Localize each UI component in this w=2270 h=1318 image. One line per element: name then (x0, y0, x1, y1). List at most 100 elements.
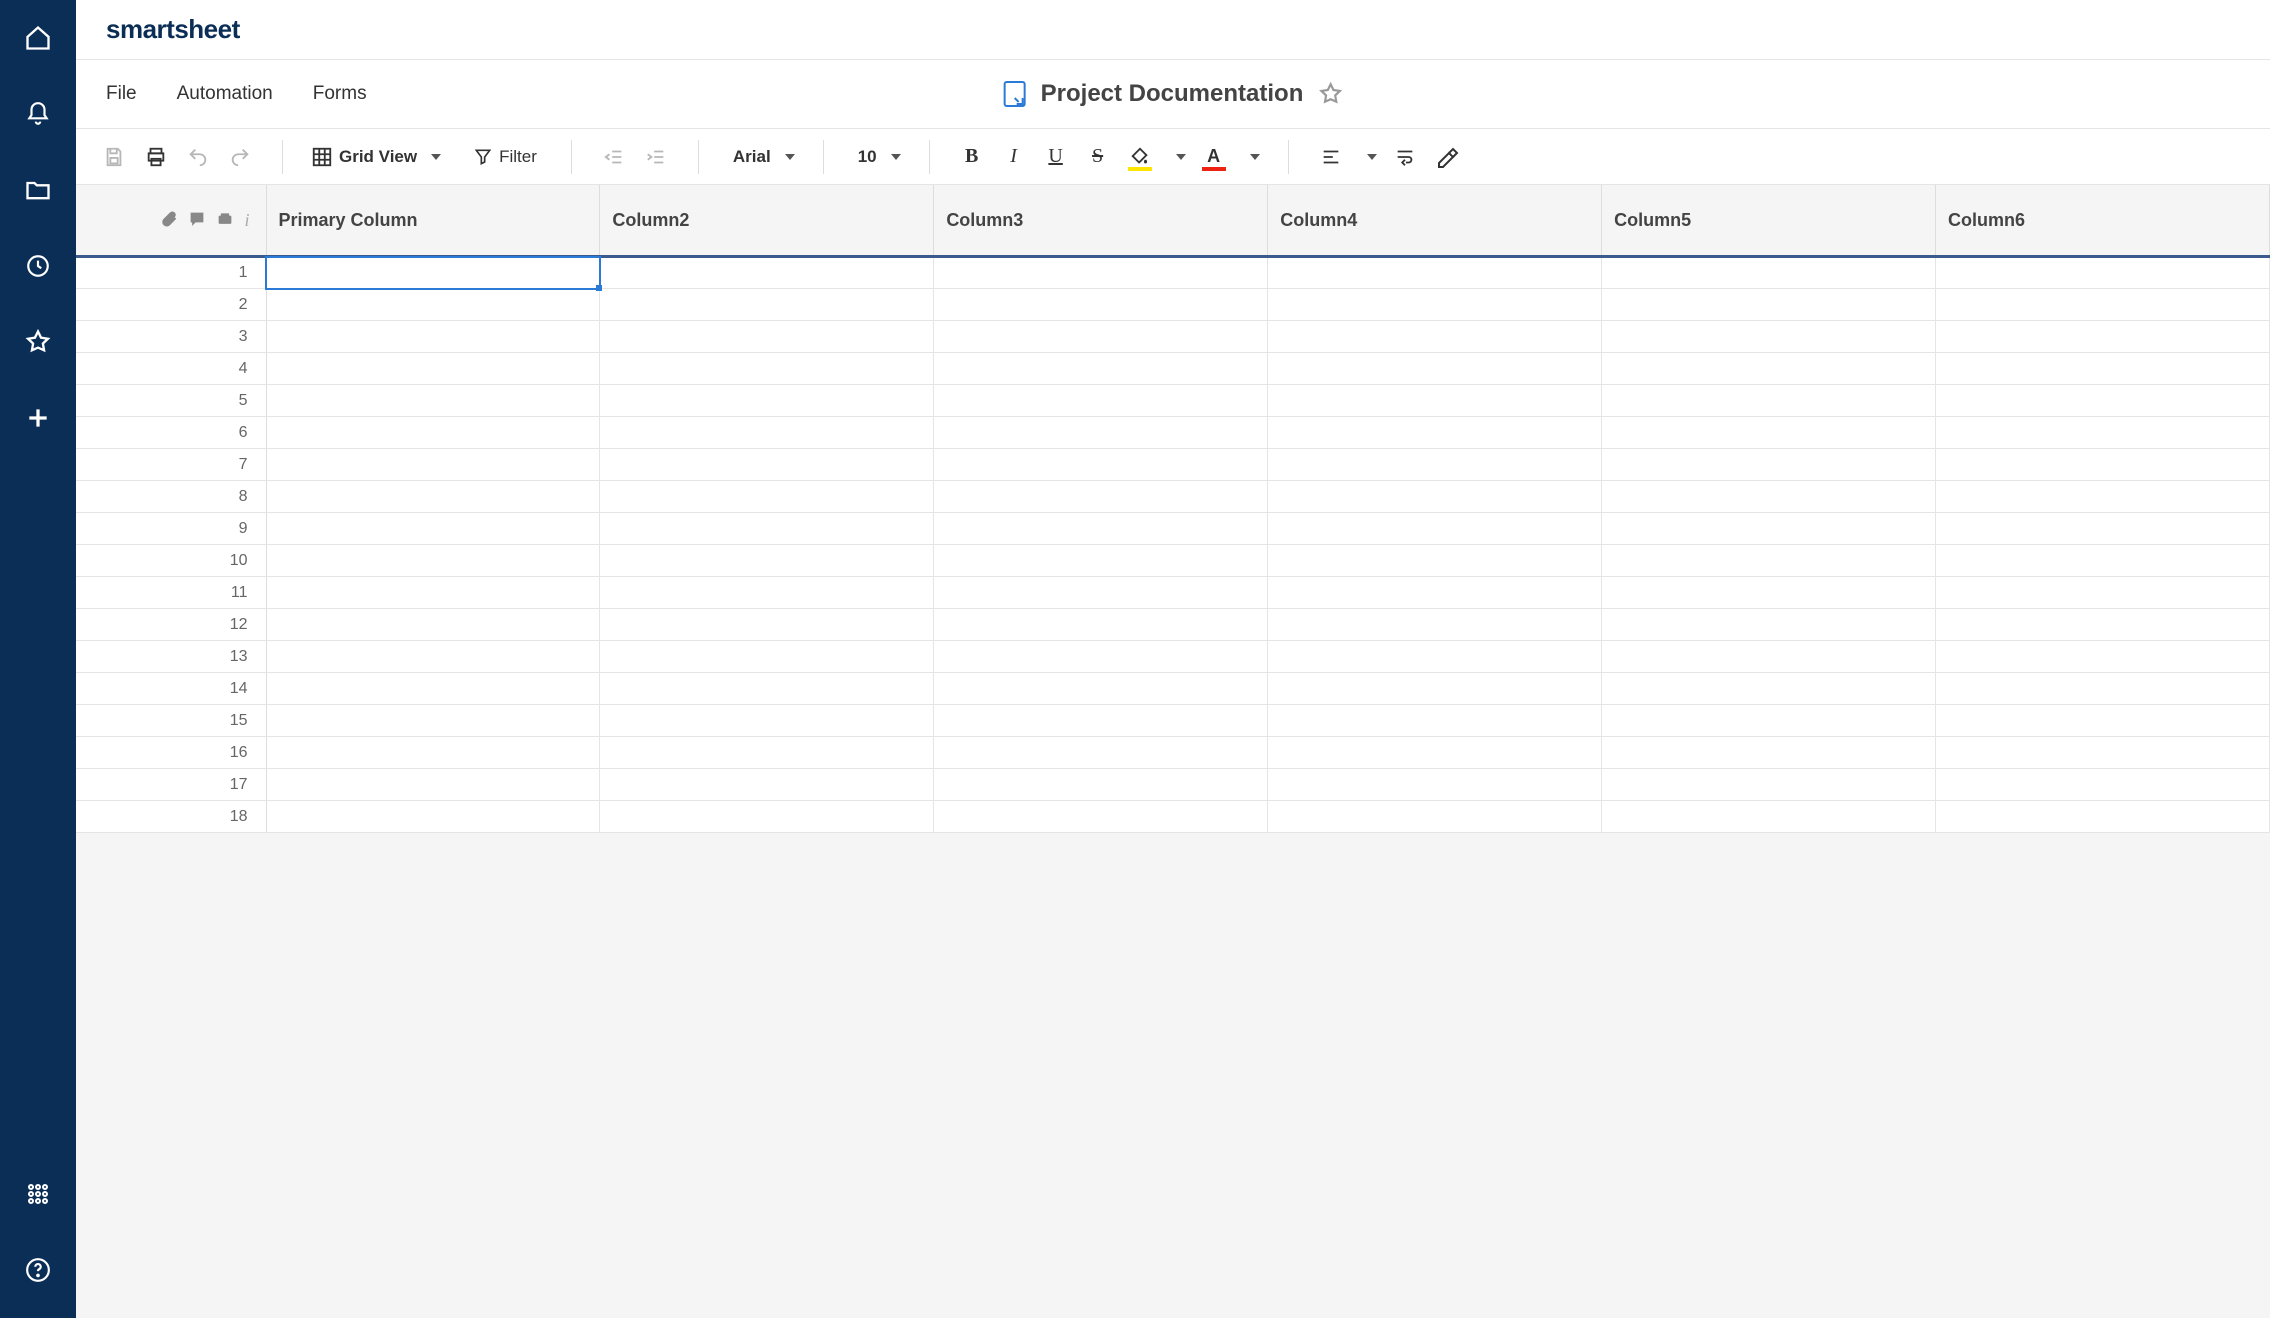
print-button[interactable] (138, 139, 174, 175)
wrap-text-button[interactable] (1387, 139, 1423, 175)
cell[interactable] (1602, 769, 1936, 801)
cell[interactable] (934, 577, 1268, 609)
cell[interactable] (1268, 737, 1602, 769)
fill-color-button[interactable] (1122, 139, 1158, 175)
column-header[interactable]: Column2 (600, 185, 934, 257)
cell[interactable] (1602, 417, 1936, 449)
cell[interactable] (266, 417, 600, 449)
sheet-title[interactable]: Project Documentation (1041, 80, 1304, 108)
cell[interactable] (266, 257, 600, 289)
column-header[interactable]: Column6 (1936, 185, 2270, 257)
cell[interactable] (1268, 417, 1602, 449)
cell[interactable] (600, 257, 934, 289)
row-number[interactable]: 12 (76, 609, 266, 641)
strikethrough-button[interactable]: S (1080, 139, 1116, 175)
column-header[interactable]: Column5 (1602, 185, 1936, 257)
cell[interactable] (1268, 321, 1602, 353)
text-color-dropdown[interactable] (1238, 139, 1264, 175)
save-button[interactable] (96, 139, 132, 175)
cell[interactable] (934, 705, 1268, 737)
cell[interactable] (1602, 673, 1936, 705)
favorites-icon[interactable] (20, 324, 56, 360)
cell[interactable] (1602, 449, 1936, 481)
cell[interactable] (266, 545, 600, 577)
align-dropdown[interactable] (1355, 139, 1381, 175)
row-info-icon[interactable]: i (244, 210, 249, 231)
cell[interactable] (1936, 705, 2270, 737)
grid-container[interactable]: i Primary Column Column2 Column3 Column4… (76, 184, 2270, 1318)
cell[interactable] (934, 641, 1268, 673)
redo-button[interactable] (222, 139, 258, 175)
cell[interactable] (600, 289, 934, 321)
cell[interactable] (600, 321, 934, 353)
row-number[interactable]: 3 (76, 321, 266, 353)
cell[interactable] (1936, 417, 2270, 449)
cell[interactable] (600, 609, 934, 641)
cell[interactable] (1936, 289, 2270, 321)
row-number[interactable]: 18 (76, 801, 266, 833)
cell[interactable] (600, 801, 934, 833)
cell[interactable] (934, 737, 1268, 769)
row-number[interactable]: 4 (76, 353, 266, 385)
cell[interactable] (934, 289, 1268, 321)
row-number[interactable]: 7 (76, 449, 266, 481)
grid-corner[interactable]: i (76, 185, 266, 257)
cell[interactable] (266, 705, 600, 737)
cell[interactable] (934, 257, 1268, 289)
create-icon[interactable] (20, 400, 56, 436)
cell[interactable] (266, 801, 600, 833)
row-number[interactable]: 14 (76, 673, 266, 705)
fill-color-dropdown[interactable] (1164, 139, 1190, 175)
cell[interactable] (1936, 321, 2270, 353)
clear-format-button[interactable] (1429, 139, 1465, 175)
column-header[interactable]: Primary Column (266, 185, 600, 257)
cell[interactable] (1936, 801, 2270, 833)
cell[interactable] (1602, 641, 1936, 673)
cell[interactable] (600, 353, 934, 385)
cell[interactable] (1268, 801, 1602, 833)
view-switcher[interactable]: Grid View (307, 139, 445, 175)
recents-icon[interactable] (20, 248, 56, 284)
cell[interactable] (1602, 289, 1936, 321)
cell[interactable] (1936, 609, 2270, 641)
favorite-star-icon[interactable] (1317, 81, 1343, 107)
cell[interactable] (600, 481, 934, 513)
menu-file[interactable]: File (106, 83, 137, 105)
cell[interactable] (266, 289, 600, 321)
cell[interactable] (600, 417, 934, 449)
cell[interactable] (600, 769, 934, 801)
proofs-icon[interactable] (216, 210, 234, 231)
cell[interactable] (1936, 577, 2270, 609)
row-number[interactable]: 17 (76, 769, 266, 801)
cell[interactable] (934, 449, 1268, 481)
row-number[interactable]: 6 (76, 417, 266, 449)
cell[interactable] (934, 673, 1268, 705)
cell[interactable] (1936, 673, 2270, 705)
row-number[interactable]: 9 (76, 513, 266, 545)
cell[interactable] (600, 737, 934, 769)
cell[interactable] (266, 321, 600, 353)
home-icon[interactable] (20, 20, 56, 56)
cell[interactable] (1268, 577, 1602, 609)
cell[interactable] (1268, 769, 1602, 801)
cell[interactable] (1602, 801, 1936, 833)
cell[interactable] (1268, 353, 1602, 385)
cell[interactable] (266, 609, 600, 641)
row-number[interactable]: 2 (76, 289, 266, 321)
row-number[interactable]: 13 (76, 641, 266, 673)
cell[interactable] (600, 449, 934, 481)
outdent-button[interactable] (596, 139, 632, 175)
cell[interactable] (1268, 673, 1602, 705)
cell[interactable] (1268, 513, 1602, 545)
cell[interactable] (266, 737, 600, 769)
cell[interactable] (1268, 449, 1602, 481)
cell[interactable] (934, 353, 1268, 385)
cell[interactable] (1936, 769, 2270, 801)
cell[interactable] (1602, 481, 1936, 513)
cell[interactable] (1936, 513, 2270, 545)
cell[interactable] (1268, 289, 1602, 321)
filter-button[interactable]: Filter (469, 139, 547, 175)
cell[interactable] (600, 577, 934, 609)
brand-logo[interactable]: smartsheet (106, 14, 240, 45)
cell[interactable] (266, 513, 600, 545)
